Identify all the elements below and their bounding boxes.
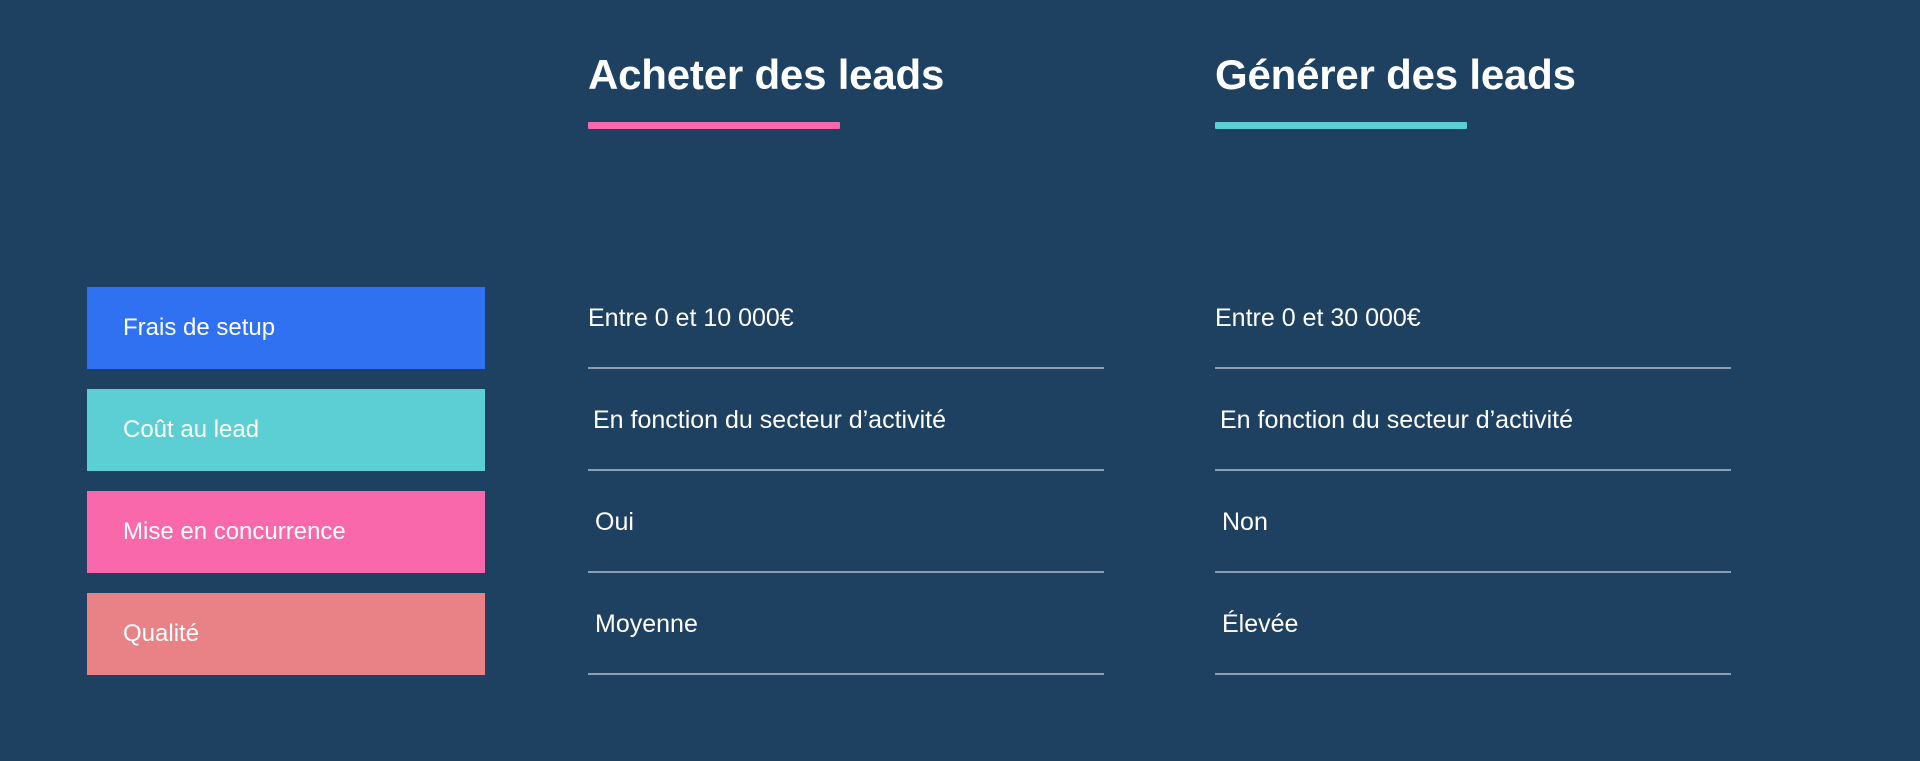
criteria-label: Coût au lead [123, 416, 260, 443]
value-text: Moyenne [595, 610, 698, 638]
criteria-label-column: Frais de setup Coût au lead Mise en conc… [87, 287, 485, 675]
criteria-label: Qualité [123, 620, 200, 647]
column-header-buy: Acheter des leads [588, 48, 1148, 129]
value-cell: En fonction du secteur d’activité [1215, 389, 1731, 471]
criteria-label: Mise en concurrence [123, 518, 346, 545]
value-text: Oui [595, 508, 634, 536]
value-cell: Oui [588, 491, 1104, 573]
value-column-generate: Entre 0 et 30 000€ En fonction du secteu… [1215, 287, 1731, 675]
criteria-block-frais-de-setup: Frais de setup [87, 287, 485, 369]
criteria-block-mise-en-concurrence: Mise en concurrence [87, 491, 485, 573]
column-title-generate: Générer des leads [1215, 51, 1576, 98]
column-accent-rule-buy [588, 122, 840, 129]
value-cell: Non [1215, 491, 1731, 573]
column-header-generate: Générer des leads [1215, 48, 1775, 129]
value-text: En fonction du secteur d’activité [593, 406, 946, 434]
value-cell: Moyenne [588, 593, 1104, 675]
column-title-buy: Acheter des leads [588, 51, 945, 98]
value-column-buy: Entre 0 et 10 000€ En fonction du secteu… [588, 287, 1104, 675]
value-text: En fonction du secteur d’activité [1220, 406, 1573, 434]
value-cell: Entre 0 et 30 000€ [1215, 287, 1731, 369]
column-accent-rule-generate [1215, 122, 1467, 129]
value-text: Non [1222, 508, 1268, 536]
value-cell: Élevée [1215, 593, 1731, 675]
criteria-block-qualite: Qualité [87, 593, 485, 675]
criteria-block-cout-au-lead: Coût au lead [87, 389, 485, 471]
value-cell: Entre 0 et 10 000€ [588, 287, 1104, 369]
criteria-label: Frais de setup [123, 314, 276, 341]
value-text: Élevée [1222, 610, 1299, 638]
comparison-table: Acheter des leads Générer des leads Frai… [0, 0, 1920, 761]
value-text: Entre 0 et 30 000€ [1215, 304, 1421, 332]
value-text: Entre 0 et 10 000€ [588, 304, 794, 332]
value-cell: En fonction du secteur d’activité [588, 389, 1104, 471]
